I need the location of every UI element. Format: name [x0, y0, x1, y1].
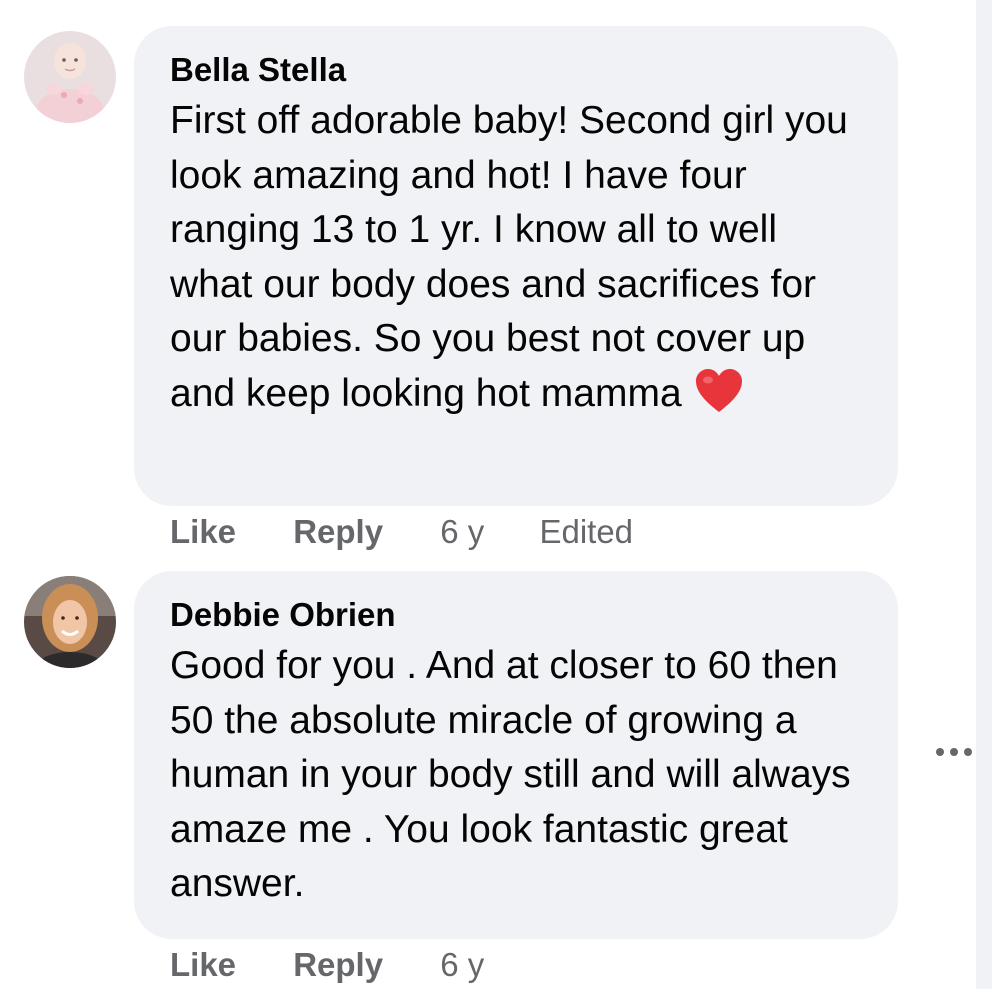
reply-button[interactable]: Reply	[293, 945, 383, 985]
comment-actions: Like Reply 6 y Edited	[170, 512, 633, 552]
heart-emoji-icon	[694, 368, 744, 430]
avatar-woman-image	[24, 576, 116, 668]
comment-text-content: First off adorable baby! Second girl you…	[170, 99, 848, 415]
comment-author[interactable]: Debbie Obrien	[170, 595, 862, 635]
comment-bubble: Debbie Obrien Good for you . And at clos…	[134, 571, 898, 939]
timestamp[interactable]: 6 y	[440, 512, 484, 552]
comment-actions: Like Reply 6 y	[170, 945, 484, 985]
edited-label: Edited	[539, 513, 634, 550]
comments-page: Bella Stella First off adorable baby! Se…	[0, 0, 992, 989]
avatar[interactable]	[24, 31, 116, 123]
comment-text: First off adorable baby! Second girl you…	[170, 94, 862, 429]
like-button[interactable]: Like	[170, 512, 236, 552]
avatar-baby-image	[24, 31, 116, 123]
comment-bubble: Bella Stella First off adorable baby! Se…	[134, 26, 898, 506]
reply-button[interactable]: Reply	[293, 512, 383, 552]
timestamp[interactable]: 6 y	[440, 945, 484, 985]
scrollbar-track[interactable]	[976, 0, 992, 989]
avatar[interactable]	[24, 576, 116, 668]
like-button[interactable]: Like	[170, 945, 236, 985]
comment-author[interactable]: Bella Stella	[170, 50, 862, 90]
more-horizontal-icon[interactable]	[934, 742, 974, 762]
comment-text: Good for you . And at closer to 60 then …	[170, 644, 851, 905]
